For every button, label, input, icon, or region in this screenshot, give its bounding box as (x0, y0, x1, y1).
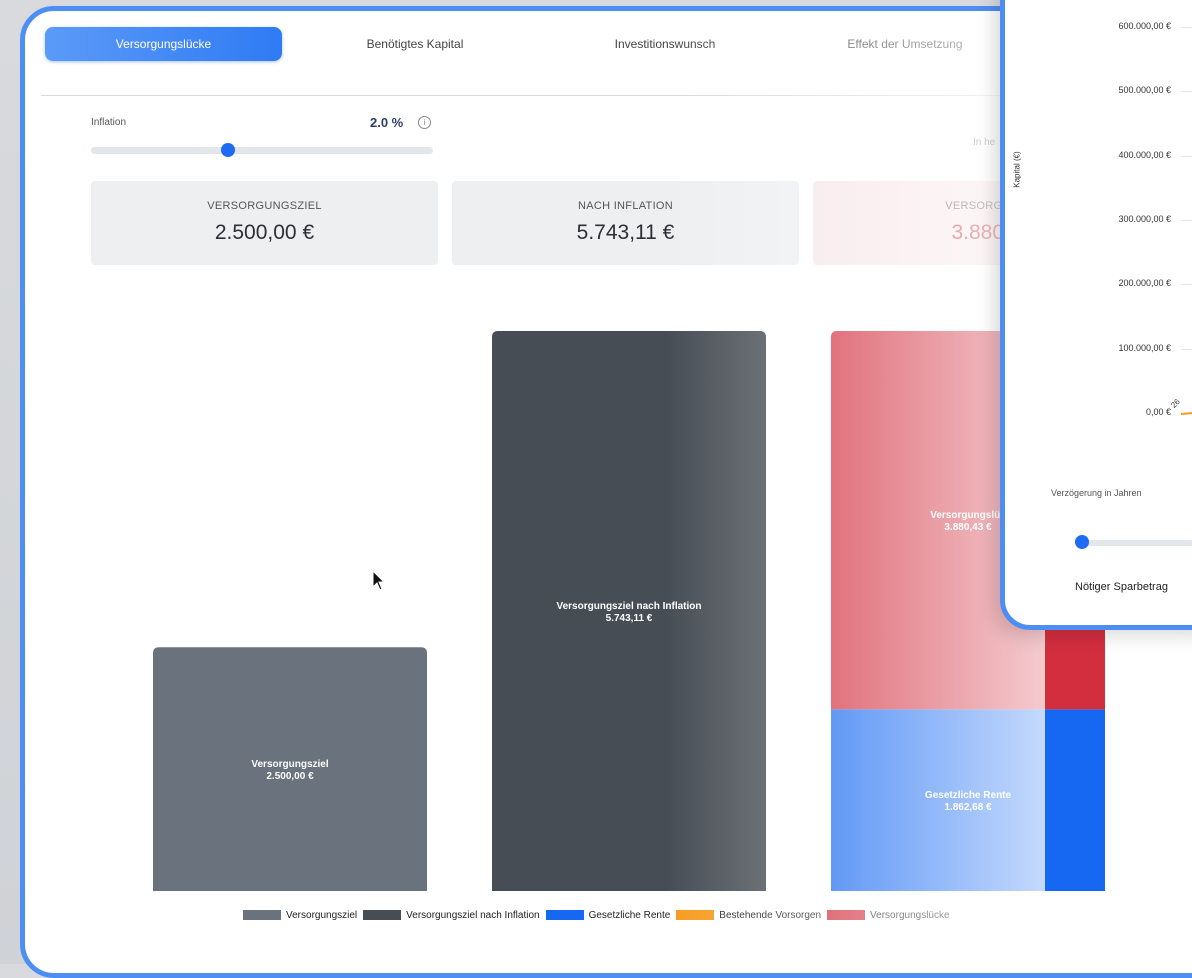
bar-label: Gesetzliche Rente (925, 790, 1012, 801)
stat-label: NACH INFLATION (577, 200, 674, 212)
stat-label: VERSORGUNGSZIEL (207, 200, 322, 212)
hint-text: In he (973, 137, 996, 148)
delay-slider[interactable] (1083, 540, 1192, 546)
legend-item-gesetzliche-rente[interactable]: Gesetzliche Rente (545, 909, 671, 921)
legend-item-versorgungsziel-nach-inflation[interactable]: Versorgungsziel nach Inflation (363, 909, 540, 921)
legend-swatch (676, 910, 715, 920)
mouse-pointer-icon (372, 570, 386, 591)
info-circle-icon[interactable]: i (418, 116, 431, 129)
bar-value-label: 1.862,68 € (944, 802, 992, 813)
legend-label: Versorgungsziel nach Inflation (406, 909, 540, 921)
inflation-slider-thumb[interactable] (220, 143, 235, 157)
inflation-slider-fill (91, 147, 228, 154)
legend-label: Versorgungsziel (286, 909, 358, 921)
inflation-slider[interactable] (91, 143, 433, 157)
stat-value: 2.500,00 € (214, 221, 315, 244)
stat-nach-inflation: NACH INFLATION 5.743,11 € (452, 181, 799, 265)
tab-benoetigtes-kapital[interactable]: Benötigtes Kapital (315, 27, 515, 61)
delay-label: Verzögerung in Jahren (1051, 488, 1142, 498)
tab-bar: Versorgungslücke Benötigtes Kapital Inve… (45, 27, 1145, 63)
legend-item-bestehende-vorsorgen[interactable]: Bestehende Vorsorgen (676, 910, 821, 921)
bar-label: Versorgungslüc (930, 510, 1006, 521)
bar-value-label: 5.743,11 € (606, 613, 653, 624)
legend-swatch (363, 910, 402, 920)
legend-swatch (545, 910, 584, 920)
tab-versorgungsluecke[interactable]: Versorgungslücke (45, 27, 282, 61)
legend-item-versorgungsluecke[interactable]: Versorgungslücke (827, 910, 950, 921)
stat-versorgungsziel: VERSORGUNGSZIEL 2.500,00 € (91, 181, 438, 265)
bar-label: Versorgungsziel nach Inflation (556, 601, 701, 612)
inflation-label: Inflation (91, 117, 127, 128)
tab-divider (41, 95, 1141, 96)
legend-swatch (243, 910, 281, 920)
legend-label: Versorgungslücke (870, 909, 950, 921)
line-series (1180, 412, 1192, 415)
bar-label: Versorgungsziel (251, 759, 328, 770)
savings-label: Nötiger Sparbetrag (1075, 581, 1168, 593)
legend-swatch (827, 910, 866, 920)
bar-value-label: 3.880,43 € (944, 522, 992, 533)
bar-value-label: 2.500,00 € (266, 771, 314, 782)
stat-value: 5.743,11 € (576, 221, 675, 244)
legend-label: Gesetzliche Rente (588, 909, 671, 921)
legend-item-versorgungsziel[interactable]: Versorgungsziel (243, 910, 357, 921)
tab-investitionswunsch[interactable]: Investitionswunsch (565, 27, 765, 61)
inflation-value: 2.0 % (370, 115, 404, 130)
delay-slider-thumb[interactable] (1075, 535, 1089, 549)
legend-label: Bestehende Vorsorgen (719, 909, 822, 921)
tab-effekt-der-umsetzung[interactable]: Effekt der Umsetzung (805, 27, 1005, 61)
chart-legend: Versorgungsziel Versorgungsziel nach Inf… (243, 907, 956, 923)
secondary-chart-card: Kapital (€) 600.000,00 €500.000,00 €400.… (1000, 0, 1192, 630)
line-chart (1180, 412, 1192, 415)
